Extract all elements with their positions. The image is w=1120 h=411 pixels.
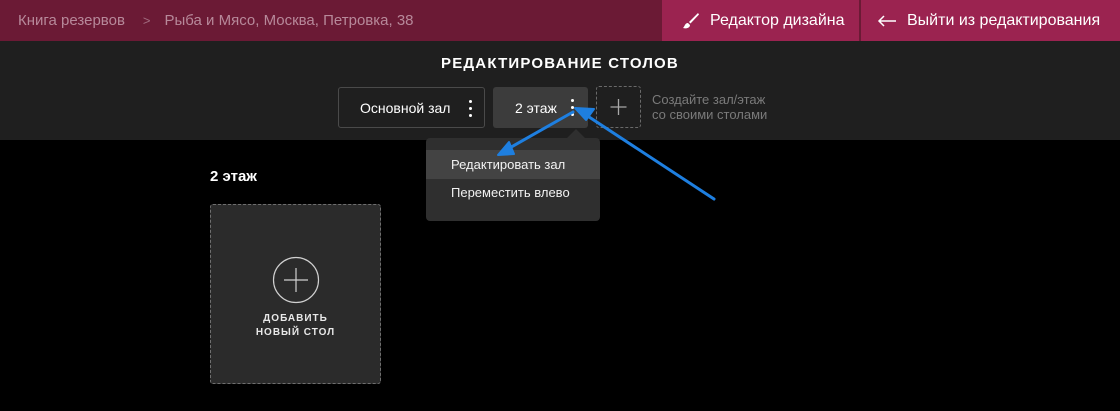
menu-item-edit-hall[interactable]: Редактировать зал bbox=[426, 150, 600, 179]
exit-editing-label: Выйти из редактирования bbox=[907, 11, 1101, 29]
arrow-left-icon bbox=[877, 14, 897, 28]
exit-editing-button[interactable]: Выйти из редактирования bbox=[861, 0, 1120, 41]
design-editor-label: Редактор дизайна bbox=[710, 11, 845, 29]
tab-main-hall[interactable]: Основной зал bbox=[338, 87, 485, 128]
add-table-button[interactable]: ДОБАВИТЬ НОВЫЙ СТОЛ bbox=[210, 204, 381, 384]
hint-line-2: со своими столами bbox=[652, 107, 768, 122]
breadcrumb: Книга резервов > Рыба и Мясо, Москва, Пе… bbox=[18, 0, 414, 41]
more-vertical-icon[interactable] bbox=[570, 99, 574, 116]
tab-main-hall-label: Основной зал bbox=[360, 99, 451, 116]
hint-line-1: Создайте зал/этаж bbox=[652, 92, 766, 107]
tab-floor-2[interactable]: 2 этаж bbox=[493, 87, 588, 128]
menu-item-move-left[interactable]: Переместить влево bbox=[426, 178, 600, 207]
floor-title: 2 этаж bbox=[210, 168, 257, 185]
add-table-label: ДОБАВИТЬ НОВЫЙ СТОЛ bbox=[211, 312, 380, 340]
tab-floor-2-label: 2 этаж bbox=[515, 99, 557, 116]
add-table-label-line-1: ДОБАВИТЬ bbox=[263, 313, 328, 324]
tab-context-menu: Редактировать зал Переместить влево bbox=[426, 129, 600, 221]
design-editor-button[interactable]: Редактор дизайна bbox=[662, 0, 859, 41]
breadcrumb-item-reservations-book[interactable]: Книга резервов bbox=[18, 12, 125, 29]
page-title: РЕДАКТИРОВАНИЕ СТОЛОВ bbox=[441, 55, 679, 72]
plus-circle-icon bbox=[272, 256, 320, 304]
breadcrumb-separator: > bbox=[142, 13, 151, 28]
plus-icon bbox=[610, 99, 627, 115]
top-bar: Книга резервов > Рыба и Мясо, Москва, Пе… bbox=[0, 0, 1120, 41]
add-table-label-line-2: НОВЫЙ СТОЛ bbox=[255, 327, 336, 338]
brush-icon bbox=[682, 12, 700, 30]
more-vertical-icon[interactable] bbox=[468, 100, 472, 117]
breadcrumb-item-restaurant[interactable]: Рыба и Мясо, Москва, Петровка, 38 bbox=[165, 12, 414, 29]
editor-header: РЕДАКТИРОВАНИЕ СТОЛОВ Основной зал 2 эта… bbox=[0, 41, 1120, 140]
add-hall-hint: Создайте зал/этаж со своими столами bbox=[652, 92, 812, 122]
add-hall-button[interactable] bbox=[596, 86, 641, 128]
